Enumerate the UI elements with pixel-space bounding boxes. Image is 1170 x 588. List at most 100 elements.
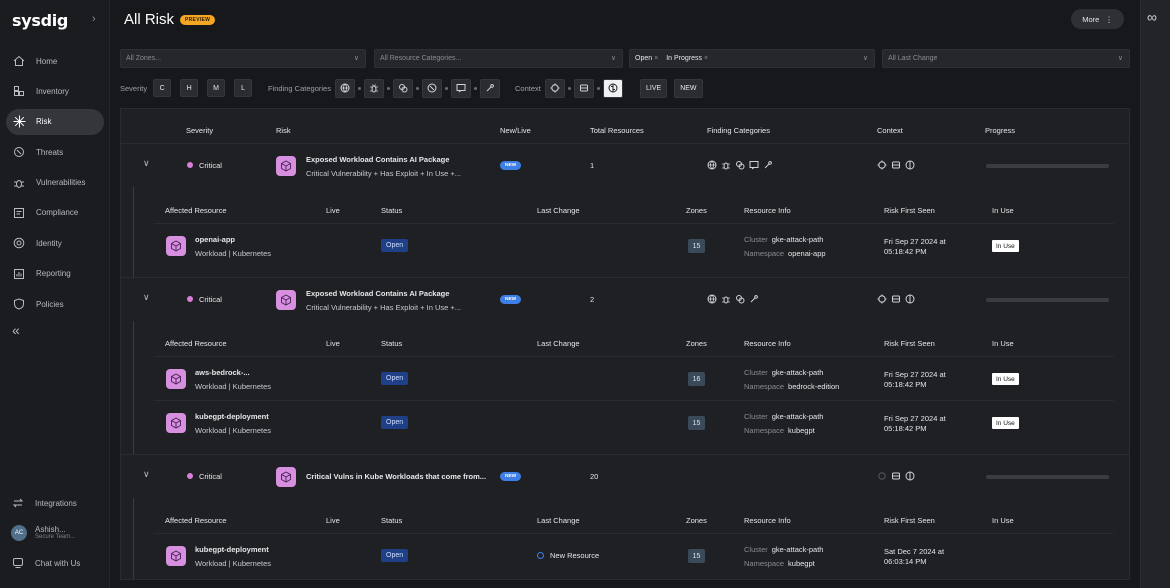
chevron-down-icon[interactable]: ∨ (143, 469, 150, 480)
sidebar-item-identity[interactable]: Identity (6, 230, 104, 256)
package-button[interactable] (392, 78, 413, 98)
new-toggle-button[interactable]: NEW (674, 78, 703, 98)
sidebar-item-risk[interactable]: Risk (6, 108, 104, 135)
table-row[interactable]: kubegpt-deployment Workload | Kubernetes… (154, 400, 1114, 444)
chevron-down-icon[interactable]: ∨ (143, 158, 150, 169)
risk-table: Severity Risk New/Live Total Resources F… (120, 108, 1130, 580)
col-last-change[interactable]: Last Change (537, 206, 580, 215)
resource-name[interactable]: aws-bedrock-... (195, 368, 250, 377)
col-risk[interactable]: Risk (276, 126, 291, 135)
col-severity[interactable]: Severity (186, 126, 213, 135)
status-chip-in-progress[interactable]: In Progress × (666, 55, 708, 62)
preview-badge: PREVIEW (180, 14, 216, 25)
col-in-use[interactable]: In Use (992, 516, 1014, 525)
zones-count[interactable]: 15 (688, 239, 705, 253)
col-last-change[interactable]: Last Change (537, 516, 580, 525)
col-zones[interactable]: Zones (686, 516, 707, 525)
col-risk-first-seen[interactable]: Risk First Seen (884, 206, 935, 215)
col-affected-resource[interactable]: Affected Resource (165, 206, 227, 215)
sidebar-item-integrations[interactable]: Integrations (0, 490, 110, 516)
table-row[interactable]: aws-bedrock-... Workload | Kubernetes Op… (154, 356, 1114, 400)
zones-filter[interactable]: All Zones... ∨ (120, 49, 366, 68)
user-menu[interactable]: AC Ashish... Secure Team... (0, 520, 110, 546)
collapse-sidebar-icon[interactable]: « (12, 322, 20, 338)
col-status[interactable]: Status (381, 206, 402, 215)
permissions-button[interactable] (479, 78, 500, 98)
vulnerability-bug-button[interactable] (363, 78, 384, 98)
close-icon[interactable]: × (654, 55, 658, 62)
col-resource-info[interactable]: Resource Info (744, 516, 791, 525)
col-live[interactable]: Live (326, 339, 340, 348)
sidebar-item-home[interactable]: Home (6, 48, 104, 74)
col-status[interactable]: Status (381, 516, 402, 525)
status-chip-open[interactable]: Open × (635, 55, 658, 62)
resource-type: Workload | Kubernetes (195, 426, 272, 435)
exposure-button[interactable] (544, 78, 565, 98)
severity-critical-button[interactable]: C (153, 79, 172, 97)
status-filter[interactable]: Open × In Progress × ∨ (629, 49, 875, 68)
risk-title[interactable]: Exposed Workload Contains AI Package (306, 289, 449, 298)
risk-row[interactable]: ∨ Critical Exposed Workload Contains AI … (121, 143, 1129, 187)
col-zones[interactable]: Zones (686, 206, 707, 215)
col-affected-resource[interactable]: Affected Resource (165, 516, 227, 525)
col-status[interactable]: Status (381, 339, 402, 348)
sidebar-item-compliance[interactable]: Compliance (6, 200, 104, 226)
sidebar-item-inventory[interactable]: Inventory (6, 78, 104, 104)
network-globe-button[interactable] (334, 78, 355, 98)
malware-button[interactable] (421, 78, 442, 98)
risk-title[interactable]: Critical Vulns in Kube Workloads that co… (306, 472, 486, 481)
last-change-filter[interactable]: All Last Change ∨ (882, 49, 1130, 68)
live-toggle-button[interactable]: LIVE (640, 78, 668, 98)
zones-count[interactable]: 15 (688, 549, 705, 563)
risk-row[interactable]: ∨ Critical Exposed Workload Contains AI … (121, 277, 1129, 321)
col-last-change[interactable]: Last Change (537, 339, 580, 348)
table-row[interactable]: openai-app Workload | Kubernetes Open 15… (154, 223, 1114, 267)
col-finding-categories[interactable]: Finding Categories (707, 126, 770, 135)
col-in-use[interactable]: In Use (992, 206, 1014, 215)
config-button[interactable] (450, 78, 471, 98)
resource-button[interactable] (573, 78, 594, 98)
sidebar-item-threats[interactable]: Threats (6, 139, 104, 165)
resource-name[interactable]: kubegpt-deployment (195, 545, 269, 554)
col-live[interactable]: Live (326, 206, 340, 215)
threats-icon (12, 145, 26, 159)
resource-name[interactable]: kubegpt-deployment (195, 412, 269, 421)
col-progress[interactable]: Progress (985, 126, 1015, 135)
col-risk-first-seen[interactable]: Risk First Seen (884, 339, 935, 348)
col-risk-first-seen[interactable]: Risk First Seen (884, 516, 935, 525)
sidebar-item-vulnerabilities[interactable]: Vulnerabilities (6, 170, 104, 196)
sysdig-logo[interactable]: sysdig (12, 11, 68, 30)
more-button[interactable]: More ⋮ (1071, 9, 1124, 29)
zones-count[interactable]: 16 (688, 372, 705, 386)
resource-categories-filter[interactable]: All Resource Categories... ∨ (374, 49, 623, 68)
chevron-right-icon[interactable]: › (92, 13, 96, 25)
severity-medium-button[interactable]: M (207, 79, 226, 97)
col-live[interactable]: Live (326, 516, 340, 525)
resource-name[interactable]: openai-app (195, 235, 235, 244)
col-total-resources[interactable]: Total Resources (590, 126, 644, 135)
table-row[interactable]: kubegpt-deployment Workload | Kubernetes… (154, 533, 1114, 577)
col-in-use[interactable]: In Use (992, 339, 1014, 348)
affected-resources-panel: Affected Resource Live Status Last Chang… (133, 321, 1118, 454)
chevron-down-icon[interactable]: ∨ (143, 292, 150, 303)
col-context[interactable]: Context (877, 126, 903, 135)
resource-cluster: Cluster gke-attack-path (744, 545, 823, 554)
infinity-icon[interactable]: ∞ (1147, 9, 1157, 25)
severity-low-button[interactable]: L (234, 79, 253, 97)
severity-high-button[interactable]: H (180, 79, 199, 97)
zones-count[interactable]: 15 (688, 416, 705, 430)
finding-categories-label: Finding Categories (268, 83, 331, 93)
risk-title[interactable]: Exposed Workload Contains AI Package (306, 155, 449, 164)
package-cube-icon (276, 467, 296, 487)
col-zones[interactable]: Zones (686, 339, 707, 348)
col-new-live[interactable]: New/Live (500, 126, 531, 135)
chat-with-us[interactable]: Chat with Us (0, 550, 110, 576)
col-affected-resource[interactable]: Affected Resource (165, 339, 227, 348)
sidebar-item-policies[interactable]: Policies (6, 291, 104, 317)
col-resource-info[interactable]: Resource Info (744, 206, 791, 215)
close-icon[interactable]: × (704, 55, 708, 62)
risk-row[interactable]: ∨ Critical Critical Vulns in Kube Worklo… (121, 454, 1129, 498)
ai-context-button[interactable] (602, 78, 623, 98)
sidebar-item-reporting[interactable]: Reporting (6, 261, 104, 287)
col-resource-info[interactable]: Resource Info (744, 339, 791, 348)
